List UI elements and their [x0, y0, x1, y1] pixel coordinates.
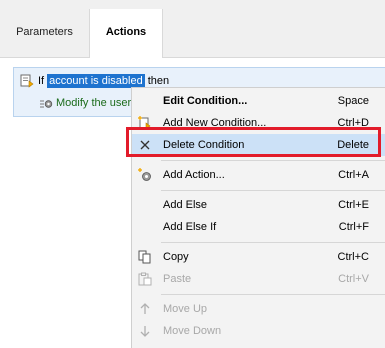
context-menu: Edit Condition... Space Add New Conditio… [131, 87, 385, 348]
menu-item-label: Add Action... [163, 169, 225, 181]
menu-item-move-down[interactable]: Move Down [132, 320, 385, 342]
menu-separator [161, 294, 385, 295]
paste-icon [138, 272, 152, 286]
menu-item-add-new-condition[interactable]: Add New Condition... Ctrl+D [132, 112, 385, 134]
arrow-up-icon [138, 302, 152, 316]
menu-item-label: Edit Condition... [163, 95, 248, 107]
menu-item-label: Add New Condition... [163, 117, 267, 129]
menu-item-label: Add Else If [163, 221, 217, 233]
menu-item-add-action[interactable]: Add Action... Ctrl+A [132, 164, 385, 186]
menu-item-label: Move Up [163, 303, 208, 315]
tab-parameters[interactable]: Parameters [0, 9, 89, 57]
tab-actions[interactable]: Actions [89, 9, 163, 58]
menu-item-label: Paste [163, 273, 192, 285]
condition-icon [20, 74, 34, 88]
menu-item-copy[interactable]: Copy Ctrl+C [132, 246, 385, 268]
menu-item-move-up[interactable]: Move Up [132, 298, 385, 320]
menu-item-shortcut: Space [337, 95, 369, 107]
menu-item-shortcut: Ctrl+V [338, 273, 369, 285]
menu-item-label: Add Else [163, 199, 208, 211]
menu-item-edit-condition[interactable]: Edit Condition... Space [132, 90, 385, 112]
menu-item-shortcut: Delete [337, 139, 369, 151]
menu-separator [161, 160, 385, 161]
menu-item-label: Move Down [163, 325, 222, 337]
menu-item-shortcut: Ctrl+A [338, 169, 369, 181]
action-gear-icon [40, 97, 53, 110]
menu-item-add-else[interactable]: Add Else Ctrl+E [132, 194, 385, 216]
menu-separator [161, 190, 385, 191]
menu-item-shortcut: Ctrl+E [338, 199, 369, 211]
arrow-down-icon [138, 324, 152, 338]
menu-item-label: Delete Condition [163, 139, 245, 151]
menu-item-add-else-if[interactable]: Add Else If Ctrl+F [132, 216, 385, 238]
menu-separator [161, 242, 385, 243]
menu-item-delete-condition[interactable]: Delete Condition Delete [132, 134, 385, 156]
action-row[interactable]: Modify the user: [40, 95, 134, 111]
tab-bar: Parameters Actions [0, 0, 385, 58]
delete-x-icon [138, 138, 152, 152]
menu-item-shortcut: Ctrl+F [338, 221, 369, 233]
menu-item-shortcut: Ctrl+C [337, 251, 369, 263]
menu-item-paste[interactable]: Paste Ctrl+V [132, 268, 385, 290]
then-keyword: then [147, 75, 170, 87]
menu-item-label: Copy [163, 251, 189, 263]
menu-item-shortcut: Ctrl+D [337, 117, 369, 129]
if-keyword: If [38, 75, 45, 87]
condition-selected-text[interactable]: account is disabled [47, 74, 145, 88]
add-condition-icon [138, 116, 152, 130]
copy-icon [138, 250, 152, 264]
action-text: Modify the user: [56, 97, 135, 109]
add-action-gear-icon [138, 168, 152, 182]
